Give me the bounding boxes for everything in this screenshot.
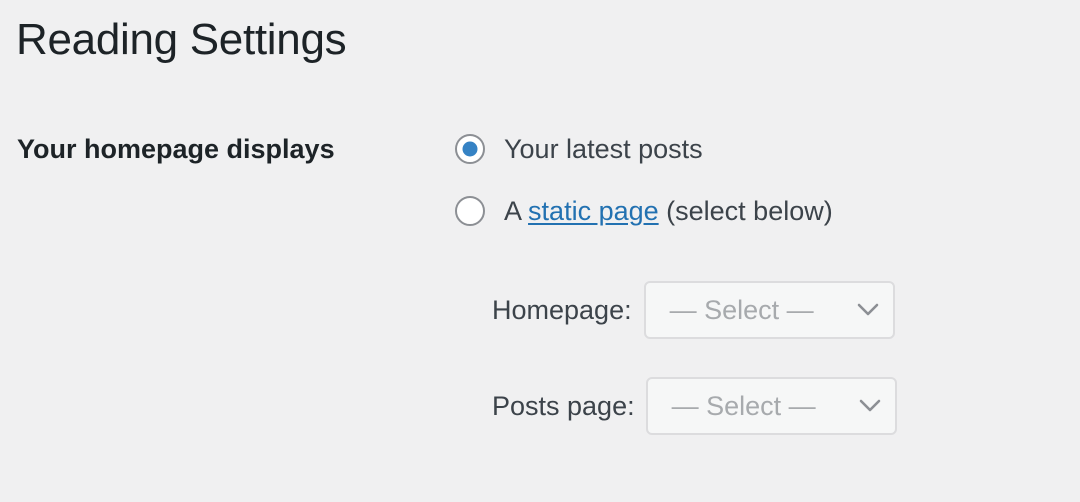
option-static-page[interactable]: A static page (select below) <box>455 195 833 227</box>
static-page-prefix: A <box>504 196 521 226</box>
posts-page-select-value: — Select — <box>671 390 816 421</box>
posts-page-field: Posts page: — Select — <box>492 377 897 435</box>
page-title: Reading Settings <box>16 15 347 64</box>
posts-page-field-label: Posts page: <box>492 391 635 421</box>
chevron-down-icon <box>859 399 880 412</box>
homepage-displays-label: Your homepage displays <box>17 134 335 164</box>
static-page-suffix: (select below) <box>666 196 833 226</box>
latest-posts-label: Your latest posts <box>504 134 703 164</box>
homepage-field: Homepage: — Select — <box>492 281 895 339</box>
homepage-select-value: — Select — <box>669 294 814 325</box>
posts-page-select[interactable]: — Select — <box>645 377 897 435</box>
homepage-select[interactable]: — Select — <box>643 281 895 339</box>
static-page-radio[interactable] <box>455 196 485 226</box>
static-page-label: A static page (select below) <box>504 195 833 227</box>
homepage-field-label: Homepage: <box>492 295 632 325</box>
chevron-down-icon <box>857 303 878 316</box>
reading-settings-page: Reading Settings Your homepage displays … <box>0 0 1080 502</box>
option-latest-posts[interactable]: Your latest posts <box>455 133 703 165</box>
latest-posts-radio[interactable] <box>455 134 485 164</box>
static-page-link[interactable]: static page <box>528 196 659 226</box>
